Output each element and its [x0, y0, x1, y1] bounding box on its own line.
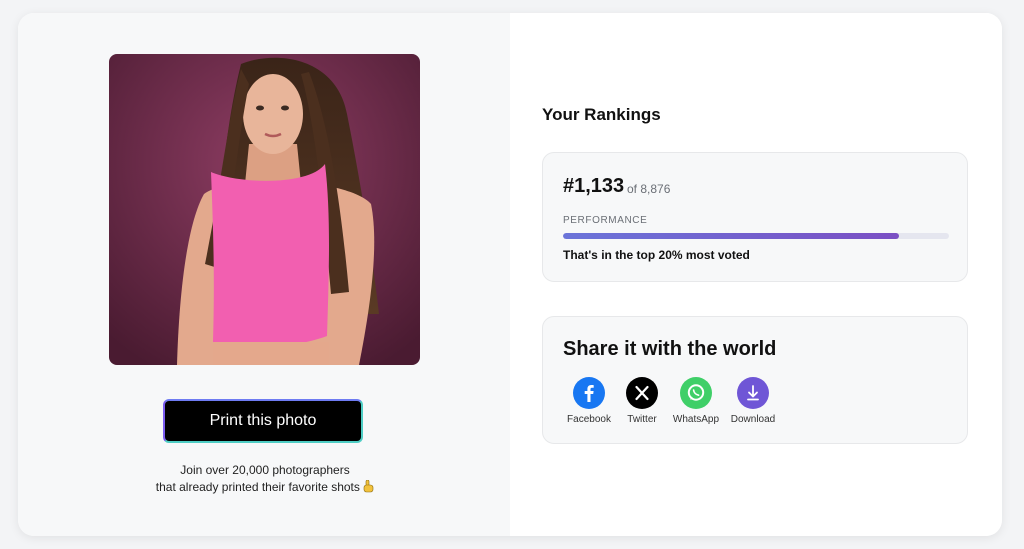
ranking-card: #1,133 of 8,876 PERFORMANCE That's in th… [542, 152, 968, 282]
share-twitter-button[interactable]: Twitter [612, 377, 672, 425]
photo-panel: Print this photo Join over 20,000 photog… [18, 13, 510, 536]
download-icon [737, 377, 769, 409]
join-line-1: Join over 20,000 photographers [180, 463, 350, 477]
pointing-hand-icon [363, 479, 374, 494]
share-download-label: Download [730, 414, 776, 425]
result-card: Print this photo Join over 20,000 photog… [18, 13, 1002, 536]
rank-value: #1,133 [563, 175, 625, 197]
facebook-icon [573, 377, 605, 409]
join-line-2: that already printed their favorite shot… [110, 479, 420, 496]
share-facebook-label: Facebook [567, 414, 611, 425]
share-facebook-button[interactable]: Facebook [559, 377, 619, 425]
join-line-2-text: that already printed their favorite shot… [155, 480, 360, 494]
performance-bar [563, 233, 949, 239]
rankings-heading: Your Rankings [542, 105, 661, 124]
rank-total: of 8,876 [627, 182, 671, 196]
share-download-button[interactable]: Download [723, 377, 783, 425]
share-whatsapp-button[interactable]: WhatsApp [666, 377, 726, 425]
whatsapp-icon [680, 377, 712, 409]
x-icon [626, 377, 658, 409]
share-whatsapp-label: WhatsApp [672, 414, 720, 425]
print-photo-button[interactable]: Print this photo [163, 399, 363, 443]
share-heading: Share it with the world [563, 338, 777, 360]
performance-bar-fill [563, 233, 899, 239]
performance-label: PERFORMANCE [563, 215, 648, 226]
portrait-photo [109, 54, 420, 365]
share-twitter-label: Twitter [627, 414, 657, 425]
rankings-panel: Your Rankings #1,133 of 8,876 PERFORMANC… [510, 13, 1002, 536]
performance-summary: That's in the top 20% most voted [563, 248, 750, 262]
share-card: Share it with the world Facebook Twitter [542, 316, 968, 444]
join-message: Join over 20,000 photographers that alre… [110, 462, 420, 496]
